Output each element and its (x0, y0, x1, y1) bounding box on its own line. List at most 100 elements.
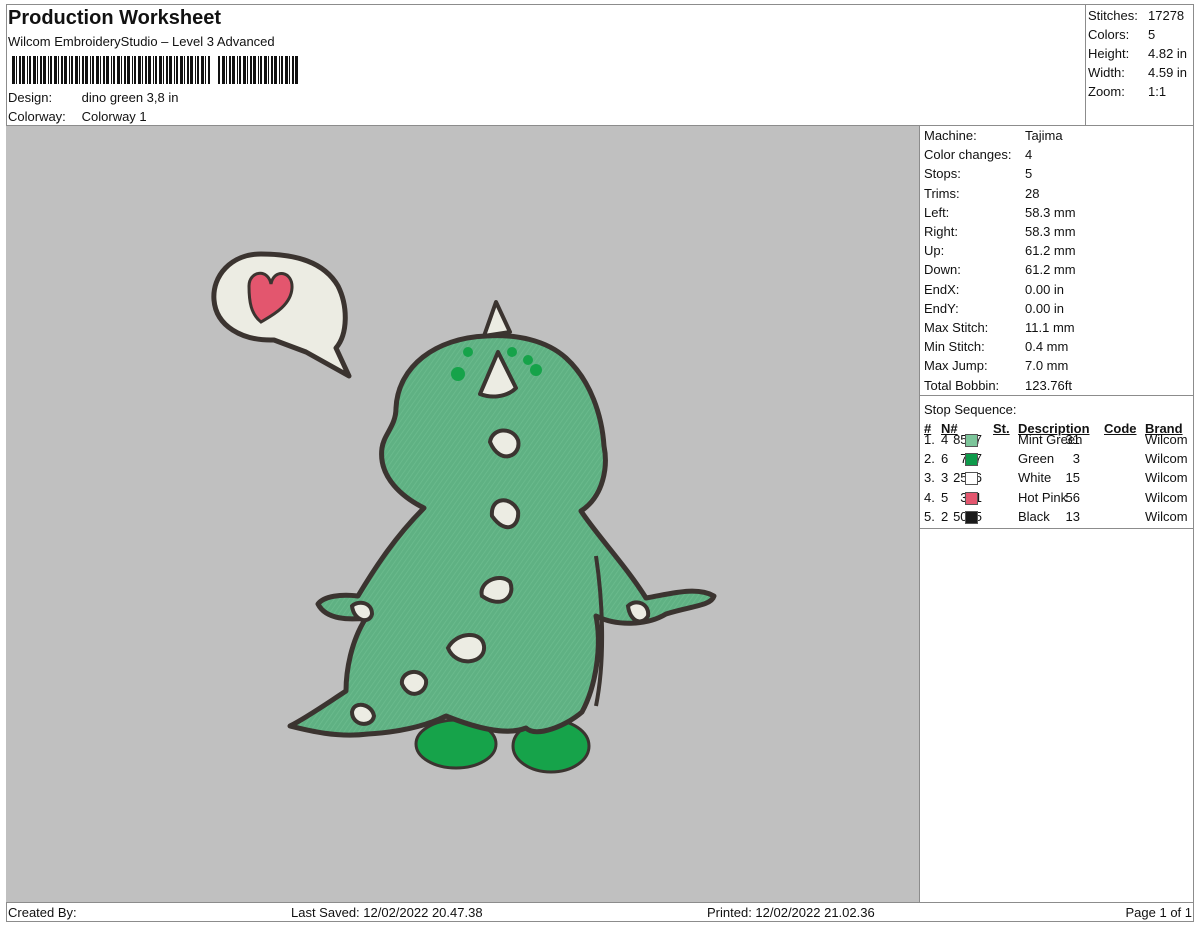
width-stat: Width: 4.59 in (1088, 65, 1187, 80)
machine-row: Down: 61.2 mm (924, 262, 1076, 277)
stop-description: Hot Pink (1018, 489, 1068, 505)
dino-embroidery-image (211, 251, 717, 774)
machine-row: Left: 58.3 mm (924, 205, 1076, 220)
stop-sequence-row: 3.32506White15Wilcom (920, 470, 1194, 489)
zoom-value: 1:1 (1148, 84, 1167, 99)
machine-row-value: 123.76ft (1025, 377, 1072, 393)
design-preview-canvas (6, 126, 920, 902)
color-swatch (965, 491, 978, 505)
dino-horn (482, 300, 512, 338)
stop-num: 3. (924, 470, 935, 486)
colorway-label: Colorway: (8, 109, 66, 124)
machine-row-label: EndY: (924, 300, 959, 316)
colors-value: 5 (1148, 27, 1156, 42)
design-stats: Stitches: 17278 Colors: 5 Height: 4.82 in W… (1086, 4, 1194, 126)
stitches-stat: Stitches: 17278 (1088, 8, 1184, 23)
machine-row-value: 7.0 mm (1025, 358, 1069, 374)
machine-row: Right: 58.3 mm (924, 224, 1076, 239)
design-row: Design: dino green 3,8 in (8, 90, 178, 105)
machine-row-value: 11.1 mm (1025, 320, 1075, 335)
machine-row-value: 58.3 mm (1025, 204, 1076, 220)
stop-description: White (1018, 470, 1052, 486)
machine-row-label: EndX: (924, 281, 960, 297)
color-swatch (965, 472, 978, 486)
design-value: dino green 3,8 in (81, 90, 179, 105)
stop-num: 1. (924, 432, 935, 447)
printed-date: Printed: 12/02/2022 21.02.36 (707, 905, 875, 920)
machine-row: Min Stitch: 0.4 mm (924, 339, 1068, 354)
panel-divider (920, 395, 1194, 396)
stop-sequence-title: Stop Sequence: (924, 402, 1017, 417)
machine-row-value: 61.2 mm (1025, 262, 1076, 278)
machine-row-label: Left: (924, 204, 950, 220)
stop-needle: 5 (941, 489, 949, 505)
machine-row-value: Tajima (1025, 128, 1063, 143)
machine-row: EndX: 0.00 in (924, 282, 1064, 297)
page-title: Production Worksheet (8, 7, 221, 29)
color-swatch (965, 453, 978, 467)
machine-row-value: 0.4 mm (1025, 339, 1069, 355)
machine-row-label: Max Jump: (924, 358, 988, 374)
stop-brand: Wilcom (1145, 470, 1188, 486)
stop-needle: 4 (941, 432, 949, 447)
worksheet-header: Production Worksheet Wilcom EmbroiderySt… (6, 4, 1086, 126)
machine-row: Total Bobbin: 123.76ft (924, 378, 1072, 393)
stop-brand: Wilcom (1145, 451, 1188, 467)
stop-num: 2. (924, 451, 935, 467)
speech-bubble (211, 251, 352, 379)
design-label: Design: (8, 90, 53, 105)
machine-row: Up: 61.2 mm (924, 243, 1076, 258)
machine-row-value: 28 (1025, 185, 1040, 201)
stop-code: 13 (1065, 508, 1080, 524)
machine-row-label: Max Stitch: (924, 320, 989, 335)
stop-num: 4. (924, 489, 935, 505)
stop-description: Black (1018, 508, 1050, 524)
machine-row-label: Stops: (924, 166, 961, 182)
machine-row-label: Down: (924, 262, 961, 278)
software-name: Wilcom EmbroideryStudio – Level 3 Advanc… (8, 34, 275, 49)
machine-row-value: 0.00 in (1025, 300, 1065, 316)
panel-divider-bottom (920, 528, 1194, 529)
machine-row: Stops: 5 (924, 166, 1032, 181)
machine-row-value: 5 (1025, 166, 1033, 182)
stop-needle: 6 (941, 451, 949, 467)
stop-needle: 3 (941, 470, 949, 486)
color-swatch (965, 510, 978, 524)
machine-row: Max Jump: 7.0 mm (924, 358, 1068, 373)
stop-sequence-row: 5.25085Black13Wilcom (920, 509, 1194, 528)
worksheet-footer: Created By: Last Saved: 12/02/2022 20.47… (6, 902, 1194, 922)
machine-row: Max Stitch: 11.1 mm (924, 320, 1075, 335)
stop-code: 31 (1065, 432, 1080, 447)
stop-sequence-row: 1.48597Mint Green31Wilcom (920, 432, 1194, 451)
stop-description: Green (1018, 451, 1055, 467)
height-label: Height: (1088, 46, 1130, 61)
last-saved: Last Saved: 12/02/2022 20.47.38 (291, 905, 483, 920)
color-swatch (965, 434, 978, 447)
height-stat: Height: 4.82 in (1088, 46, 1187, 61)
width-value: 4.59 in (1148, 65, 1188, 80)
stop-num: 5. (924, 508, 935, 524)
stop-needle: 2 (941, 508, 949, 524)
stop-sequence-row: 2.6767Green3Wilcom (920, 451, 1194, 470)
stop-brand: Wilcom (1145, 432, 1188, 447)
machine-row: Trims: 28 (924, 186, 1039, 201)
stop-brand: Wilcom (1145, 489, 1188, 505)
height-value: 4.82 in (1148, 46, 1188, 61)
machine-row-value: 58.3 mm (1025, 224, 1076, 239)
machine-row: Color changes: 4 (924, 147, 1032, 162)
machine-row-value: 0.00 in (1025, 281, 1065, 297)
zoom-label: Zoom: (1088, 84, 1125, 99)
colors-label: Colors: (1088, 27, 1130, 42)
machine-row-label: Trims: (924, 185, 960, 201)
machine-row: Machine: Tajima (924, 128, 1063, 143)
machine-row-value: 61.2 mm (1025, 243, 1076, 259)
colors-stat: Colors: 5 (1088, 27, 1155, 42)
width-label: Width: (1088, 65, 1125, 80)
machine-row-value: 4 (1025, 147, 1033, 163)
barcode-image (12, 56, 298, 84)
machine-row: EndY: 0.00 in (924, 301, 1064, 316)
stop-brand: Wilcom (1145, 508, 1188, 524)
machine-row-label: Total Bobbin: (924, 377, 1000, 393)
machine-row-label: Right: (924, 224, 958, 239)
colorway-value: Colorway 1 (81, 109, 147, 124)
